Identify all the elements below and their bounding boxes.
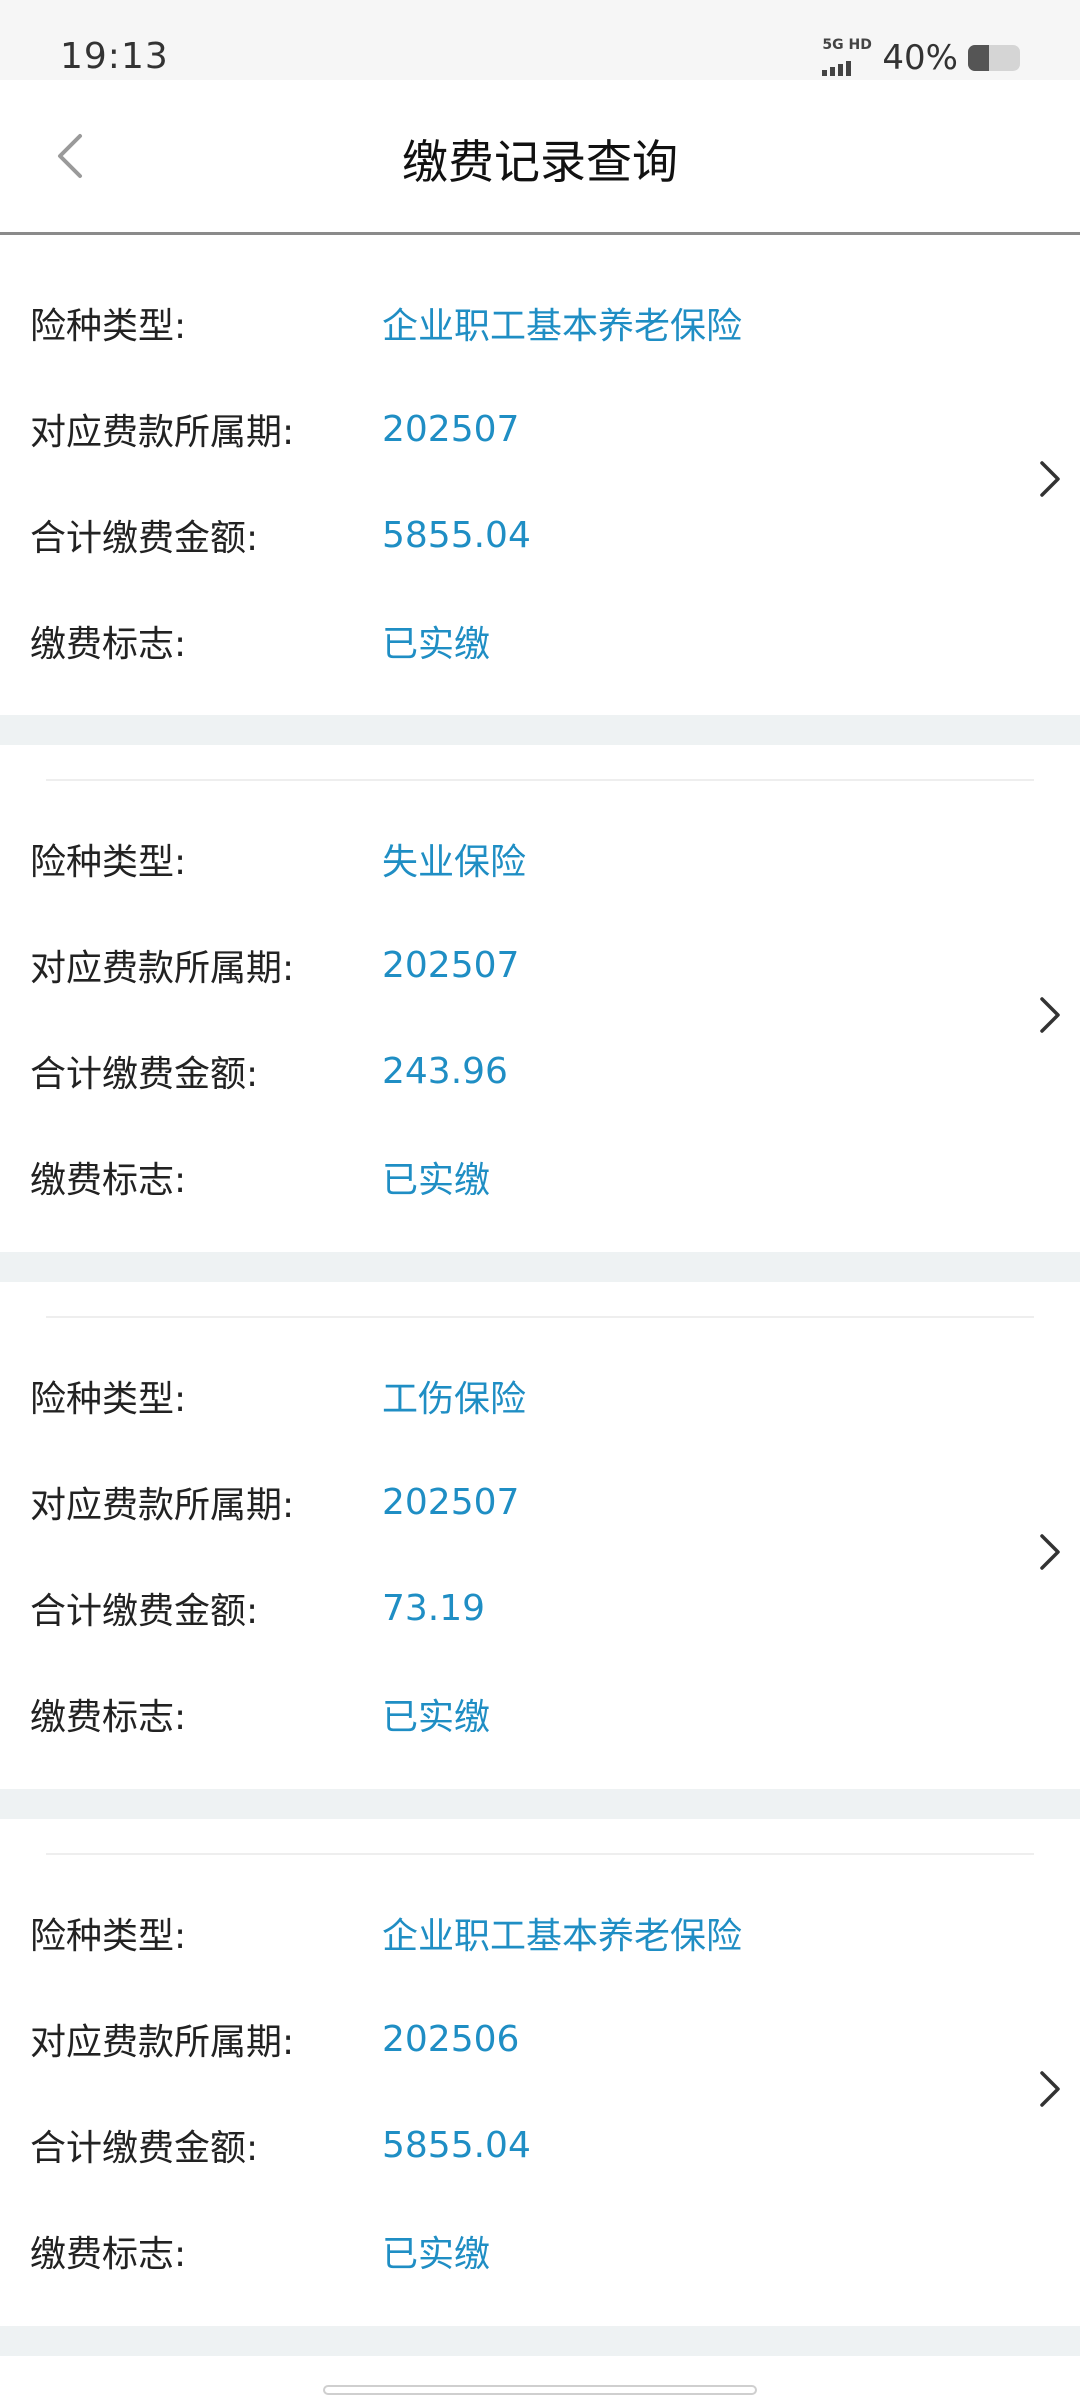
record-status-row: 缴费标志: 已实缴 <box>30 2221 490 2281</box>
amount-value: 5855.04 <box>382 2124 531 2166</box>
record-type-row: 险种类型: 企业职工基本养老保险 <box>30 1903 742 1963</box>
card-separator <box>0 1789 1080 1819</box>
record-card[interactable]: 险种类型: 失业保险 对应费款所属期: 202507 合计缴费金额: 243.9… <box>0 745 1080 1252</box>
divider <box>46 1316 1034 1318</box>
type-value: 企业职工基本养老保险 <box>382 1916 743 1957</box>
record-card[interactable]: 险种类型: 企业职工基本养老保险 对应费款所属期: 202507 合计缴费金额:… <box>0 235 1080 715</box>
record-status-row: 缴费标志: 已实缴 <box>30 611 490 671</box>
amount-label: 合计缴费金额: <box>30 1054 259 1095</box>
page-title: 缴费记录查询 <box>402 135 678 189</box>
amount-value: 5855.04 <box>382 514 531 556</box>
chevron-right-icon <box>1040 1534 1060 1570</box>
divider <box>46 1853 1034 1855</box>
period-value: 202507 <box>382 944 520 986</box>
record-period-row: 对应费款所属期: 202507 <box>30 935 519 995</box>
amount-label: 合计缴费金额: <box>30 2128 259 2169</box>
status-label: 缴费标志: <box>30 1160 187 1201</box>
type-label: 险种类型: <box>30 306 187 347</box>
record-list: 险种类型: 企业职工基本养老保险 对应费款所属期: 202507 合计缴费金额:… <box>0 235 1080 2356</box>
status-label: 缴费标志: <box>30 2234 187 2275</box>
record-amount-row: 合计缴费金额: 5855.04 <box>30 505 531 565</box>
record-amount-row: 合计缴费金额: 5855.04 <box>30 2115 531 2175</box>
record-period-row: 对应费款所属期: 202506 <box>30 2009 519 2069</box>
navigation-bar: 缴费记录查询 <box>0 80 1080 235</box>
type-value: 企业职工基本养老保险 <box>382 306 743 347</box>
card-separator <box>0 715 1080 745</box>
amount-value: 243.96 <box>382 1050 508 1092</box>
period-label: 对应费款所属期: <box>30 1485 295 1526</box>
record-type-row: 险种类型: 失业保险 <box>30 829 526 889</box>
amount-label: 合计缴费金额: <box>30 1591 259 1632</box>
period-value: 202507 <box>382 1481 520 1523</box>
chevron-right-icon <box>1040 997 1060 1033</box>
record-status-row: 缴费标志: 已实缴 <box>30 1147 490 1207</box>
record-period-row: 对应费款所属期: 202507 <box>30 1472 519 1532</box>
amount-value: 73.19 <box>382 1587 486 1629</box>
chevron-right-icon <box>1040 461 1060 497</box>
card-separator <box>0 2326 1080 2356</box>
battery-icon <box>968 45 1020 71</box>
record-card[interactable]: 险种类型: 企业职工基本养老保险 对应费款所属期: 202506 合计缴费金额:… <box>0 1819 1080 2326</box>
type-label: 险种类型: <box>30 1916 187 1957</box>
status-bar: 19:13 5G HD 40% <box>0 0 1080 80</box>
period-label: 对应费款所属期: <box>30 412 295 453</box>
record-card[interactable]: 险种类型: 工伤保险 对应费款所属期: 202507 合计缴费金额: 73.19… <box>0 1282 1080 1789</box>
status-value: 已实缴 <box>382 1697 491 1738</box>
record-amount-row: 合计缴费金额: 73.19 <box>30 1578 485 1638</box>
record-type-row: 险种类型: 企业职工基本养老保险 <box>30 293 742 353</box>
status-value: 已实缴 <box>382 1160 491 1201</box>
status-time: 19:13 <box>60 36 169 77</box>
period-label: 对应费款所属期: <box>30 948 295 989</box>
record-type-row: 险种类型: 工伤保险 <box>30 1366 526 1426</box>
type-label: 险种类型: <box>30 842 187 883</box>
type-label: 险种类型: <box>30 1379 187 1420</box>
card-separator <box>0 1252 1080 1282</box>
status-label: 缴费标志: <box>30 624 187 665</box>
period-value: 202506 <box>382 2018 520 2060</box>
period-value: 202507 <box>382 408 520 450</box>
record-amount-row: 合计缴费金额: 243.96 <box>30 1041 508 1101</box>
amount-label: 合计缴费金额: <box>30 518 259 559</box>
record-period-row: 对应费款所属期: 202507 <box>30 399 519 459</box>
type-value: 失业保险 <box>382 842 527 883</box>
status-value: 已实缴 <box>382 2234 491 2275</box>
home-indicator[interactable] <box>323 2385 757 2395</box>
network-label: 5G HD <box>822 37 872 53</box>
signal-icon: 5G HD <box>822 38 872 78</box>
record-status-row: 缴费标志: 已实缴 <box>30 1684 490 1744</box>
period-label: 对应费款所属期: <box>30 2022 295 2063</box>
system-indicators: 5G HD 40% <box>822 38 1020 78</box>
type-value: 工伤保险 <box>382 1379 527 1420</box>
chevron-right-icon <box>1040 2071 1060 2107</box>
battery-percent: 40% <box>882 38 958 78</box>
status-label: 缴费标志: <box>30 1697 187 1738</box>
status-value: 已实缴 <box>382 624 491 665</box>
divider <box>46 779 1034 781</box>
